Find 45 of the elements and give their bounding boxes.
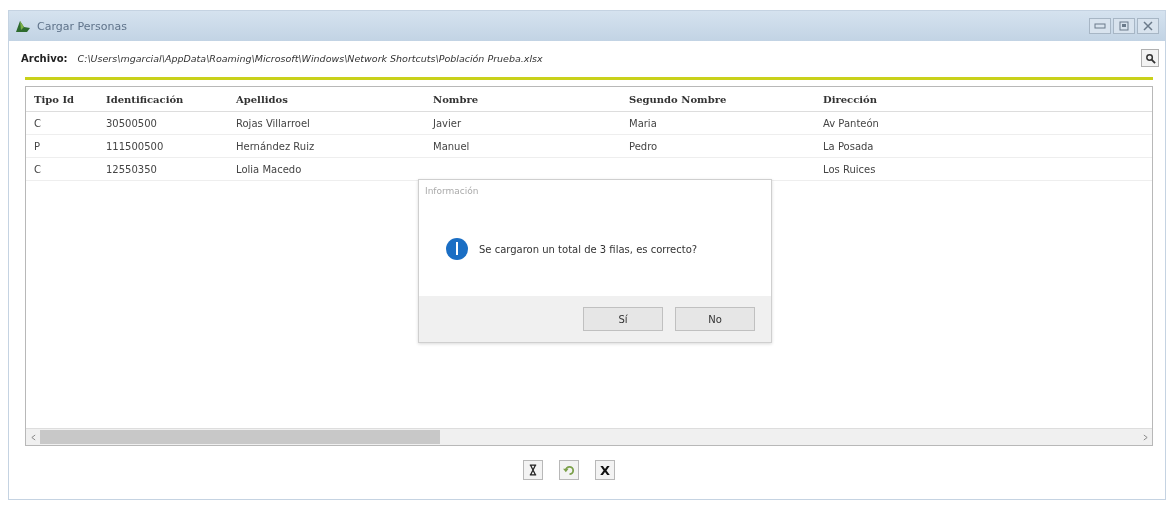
scrollbar-thumb[interactable] [40, 430, 440, 444]
table-cell-text: Manuel [432, 140, 471, 152]
info-icon [445, 237, 469, 261]
minimize-icon [1094, 22, 1106, 30]
cancel-button[interactable]: X [595, 460, 615, 480]
table-cell-text: Hernández Ruiz [235, 140, 316, 152]
undo-button[interactable] [559, 460, 579, 480]
horizontal-scrollbar[interactable] [26, 428, 1152, 445]
hourglass-icon [529, 464, 537, 476]
table-cell-text: 30500500 [105, 117, 158, 129]
hourglass-button[interactable] [523, 460, 543, 480]
table-cell-text: 111500500 [105, 140, 165, 152]
table-cell-text: Los Ruices [822, 163, 877, 175]
file-path: C:\Users\mgarcial\AppData\Roaming\Microsoft\Windows\Network Shortcuts\Población Prueba.xlsx [77, 52, 543, 64]
table-cell-text: C [33, 117, 42, 129]
column-header: Nombre [432, 93, 479, 105]
dialog-message: Se cargaron un total de 3 filas, es correcto? [479, 243, 698, 255]
close-button[interactable] [1137, 18, 1159, 34]
table-cell-text: Rojas Villarroel [235, 117, 311, 129]
table-cell-text: C [33, 163, 42, 175]
undo-icon [562, 464, 576, 476]
table-cell-text: P [33, 140, 42, 152]
file-label: Archivo: [21, 52, 68, 64]
table-cell-text: Javier [431, 117, 463, 129]
column-header: Apellidos [235, 93, 289, 105]
column-header: Tipo Id [33, 93, 76, 105]
column-header: Segundo Nombre [628, 93, 728, 105]
close-icon [1143, 21, 1153, 31]
table-cell-text: Av Panteón [822, 117, 880, 129]
dialog-button[interactable]: No [675, 307, 755, 331]
search-icon [1144, 52, 1156, 64]
dialog-button[interactable]: Sí [583, 307, 663, 331]
table-cell-text: Pedro [628, 140, 659, 152]
search-button[interactable] [1141, 49, 1159, 67]
table-cell-text: Maria [628, 117, 658, 129]
minimize-button[interactable] [1089, 18, 1111, 34]
table-cell-text: 12550350 [105, 163, 158, 175]
restore-button[interactable] [1113, 18, 1135, 34]
window-title: Cargar Personas [37, 19, 127, 33]
table-cell-text: Lolia Macedo [235, 163, 303, 175]
column-header: Identificación [105, 93, 185, 105]
restore-icon [1118, 21, 1130, 31]
dialog-title: Información [424, 185, 480, 198]
table-cell-text: La Posada [822, 140, 875, 152]
column-header: Dirección [822, 93, 879, 105]
